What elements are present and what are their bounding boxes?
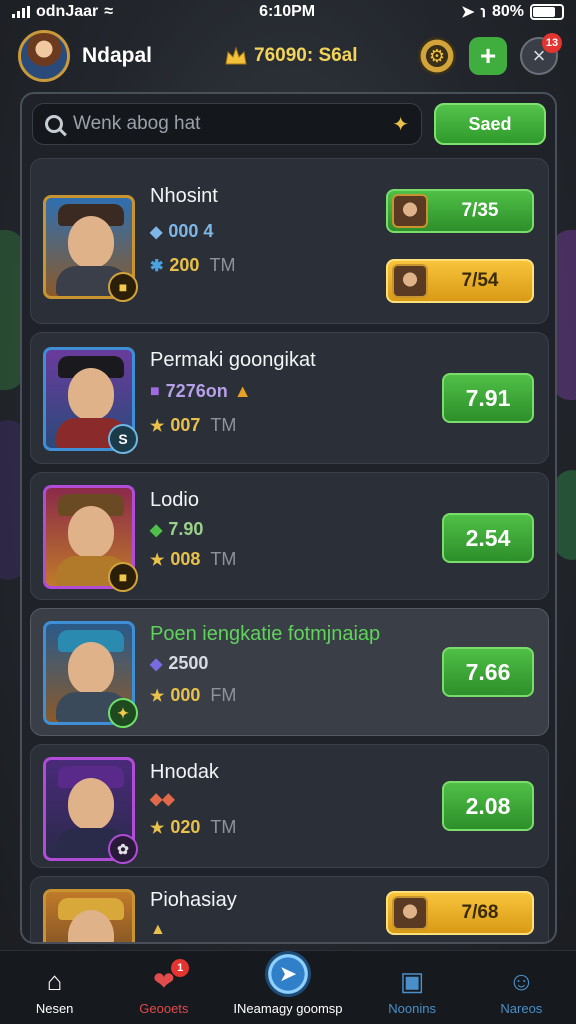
gem-stat: ◆ 000 4 bbox=[150, 221, 214, 241]
settings-button[interactable]: ⚙ bbox=[418, 37, 456, 75]
offer-button[interactable]: 7/68 bbox=[386, 891, 534, 935]
star-stat: ★ 008 TM bbox=[150, 549, 237, 569]
star-icon: ✱ bbox=[150, 257, 164, 275]
carrier-label: odnJaar bbox=[36, 3, 99, 20]
list-item[interactable]: ■ Lodio ◆ 7.90 ★ 008 TM 2.54 bbox=[30, 472, 549, 600]
hero-name: Lodio bbox=[150, 489, 199, 511]
star-stat: ★ 020 TM bbox=[150, 817, 237, 837]
gem-icon: ◆ bbox=[150, 223, 163, 241]
crown-icon bbox=[225, 46, 247, 65]
nav-item-profile[interactable]: ☺ Nareos bbox=[467, 965, 576, 1017]
hero-name: Permaki goongikat bbox=[150, 349, 316, 371]
gem-icon: ◆◆ bbox=[150, 791, 175, 808]
star-icon: ★ bbox=[150, 417, 165, 435]
hero-name: Piohasiay bbox=[150, 889, 237, 911]
shield-icon: ■ bbox=[108, 272, 138, 302]
star-icon: ★ bbox=[150, 819, 165, 837]
background-decoration bbox=[554, 470, 576, 560]
hero-portrait: ■ bbox=[43, 195, 138, 302]
gear-icon: ⚙ bbox=[428, 45, 446, 66]
flame-stat: ▲ bbox=[150, 921, 166, 939]
offer-button[interactable]: 7/35 bbox=[386, 189, 534, 233]
gem-stat: ◆ 7.90 bbox=[150, 519, 204, 539]
list-item[interactable]: ✿ Hnodak ◆◆ ★ 020 TM 2.08 bbox=[30, 744, 549, 868]
value-button[interactable]: 7.66 bbox=[442, 647, 534, 697]
hero-name: Poen iengkatie fotmjnaiap bbox=[150, 623, 381, 645]
star-badge-icon: ✦ bbox=[108, 698, 138, 728]
lock-icon: ▣ bbox=[399, 965, 425, 996]
rank-badge: S bbox=[108, 424, 138, 454]
notification-badge: 13 bbox=[542, 33, 562, 53]
bluetooth-icon: ℩ bbox=[480, 4, 486, 21]
gem-icon: ■ bbox=[150, 382, 160, 400]
list-item[interactable]: Piohasiay ▲ 7/68 bbox=[30, 876, 549, 942]
nav-item-home[interactable]: ⌂ Nesen bbox=[0, 965, 109, 1017]
gem-icon: ◆ bbox=[150, 655, 163, 673]
gem-stat: ◆◆ bbox=[150, 789, 175, 809]
list-item[interactable]: ✦ Poen iengkatie fotmjnaiap ◆ 2500 ★ 000 FM… bbox=[30, 608, 549, 736]
search-box[interactable]: ✦ bbox=[32, 103, 422, 145]
gem-stat: ■ 7276on ▲ bbox=[150, 381, 252, 401]
gem-stat: ◆ 2500 bbox=[150, 653, 209, 673]
list-item[interactable]: ■ Nhosint ◆ 000 4 ✱ 200 TM 7/35 7/54 bbox=[30, 158, 549, 324]
nav-item-favorites[interactable]: ❤ 1 Geooets bbox=[109, 959, 218, 1016]
close-button[interactable]: × 13 bbox=[520, 33, 562, 75]
search-input[interactable] bbox=[73, 113, 393, 135]
search-row: ✦ Saed bbox=[32, 102, 547, 146]
hero-list: ■ Nhosint ◆ 000 4 ✱ 200 TM 7/35 7/54 S P… bbox=[30, 158, 549, 942]
home-icon: ⌂ bbox=[46, 965, 63, 996]
add-button[interactable]: + bbox=[469, 37, 507, 75]
hero-portrait: ■ bbox=[43, 485, 138, 592]
hero-thumbnail bbox=[392, 194, 428, 228]
list-item[interactable]: S Permaki goongikat ■ 7276on ▲ ★ 007 TM 7.91 bbox=[30, 332, 549, 464]
filter-icon[interactable]: ✦ bbox=[392, 112, 409, 137]
hero-portrait: S bbox=[43, 347, 138, 454]
hero-portrait: ✦ bbox=[43, 621, 138, 728]
hero-name: Nhosint bbox=[150, 185, 218, 207]
clock: 6:10PM bbox=[259, 3, 316, 20]
star-icon: ★ bbox=[150, 687, 165, 705]
bottom-nav: ⌂ Nesen ❤ 1 Geooets ➤ INeamagy goomsp ▣ … bbox=[0, 950, 576, 1024]
location-icon: ➤ bbox=[461, 4, 475, 21]
header: Ndapal 76090: S6al ⚙ + × 13 bbox=[18, 28, 568, 84]
hero-portrait bbox=[43, 889, 135, 942]
person-icon: ☺ bbox=[508, 965, 535, 996]
value-button[interactable]: 2.08 bbox=[442, 781, 534, 831]
emblem-icon: ✿ bbox=[108, 834, 138, 864]
avatar[interactable] bbox=[18, 30, 70, 82]
gem-icon: ◆ bbox=[150, 521, 163, 539]
hero-thumbnail bbox=[392, 896, 428, 930]
currency-value: 76090: S6al bbox=[254, 45, 358, 66]
hero-thumbnail bbox=[392, 264, 428, 298]
nav-item-center[interactable]: ➤ INeamagy goomsp bbox=[218, 951, 357, 1016]
shield-icon: ■ bbox=[108, 562, 138, 592]
nav-item-shop[interactable]: ▣ Noonins bbox=[358, 965, 467, 1017]
star-stat: ★ 007 TM bbox=[150, 415, 237, 435]
offer-button[interactable]: 7/54 bbox=[386, 259, 534, 303]
hero-name: Hnodak bbox=[150, 761, 219, 783]
signal-icon bbox=[12, 6, 30, 18]
star-stat: ★ 000 FM bbox=[150, 685, 237, 705]
compass-icon: ➤ bbox=[264, 951, 311, 997]
star-stat: ✱ 200 TM bbox=[150, 255, 236, 275]
value-button[interactable]: 2.54 bbox=[442, 513, 534, 563]
flame-icon: ▲ bbox=[233, 381, 252, 401]
username: Ndapal bbox=[82, 44, 153, 67]
plus-icon: + bbox=[479, 40, 497, 71]
status-bar: odnJaar ≈ 6:10PM ➤ ℩ 80% bbox=[0, 0, 576, 24]
flame-icon: ▲ bbox=[150, 921, 166, 938]
value-button[interactable]: 7.91 bbox=[442, 373, 534, 423]
battery-icon bbox=[529, 4, 564, 20]
star-icon: ★ bbox=[150, 551, 165, 569]
currency-display: 76090: S6al bbox=[224, 45, 358, 67]
hero-portrait: ✿ bbox=[43, 757, 138, 864]
notification-badge: 1 bbox=[171, 959, 190, 977]
search-button[interactable]: Saed bbox=[434, 103, 546, 145]
hero-list-panel: ✦ Saed ■ Nhosint ◆000 4 ✱200TM 7/35 7/ bbox=[20, 92, 557, 944]
search-icon bbox=[45, 115, 63, 133]
battery-percent: 80% bbox=[491, 3, 524, 20]
wifi-icon: ≈ bbox=[104, 3, 114, 20]
